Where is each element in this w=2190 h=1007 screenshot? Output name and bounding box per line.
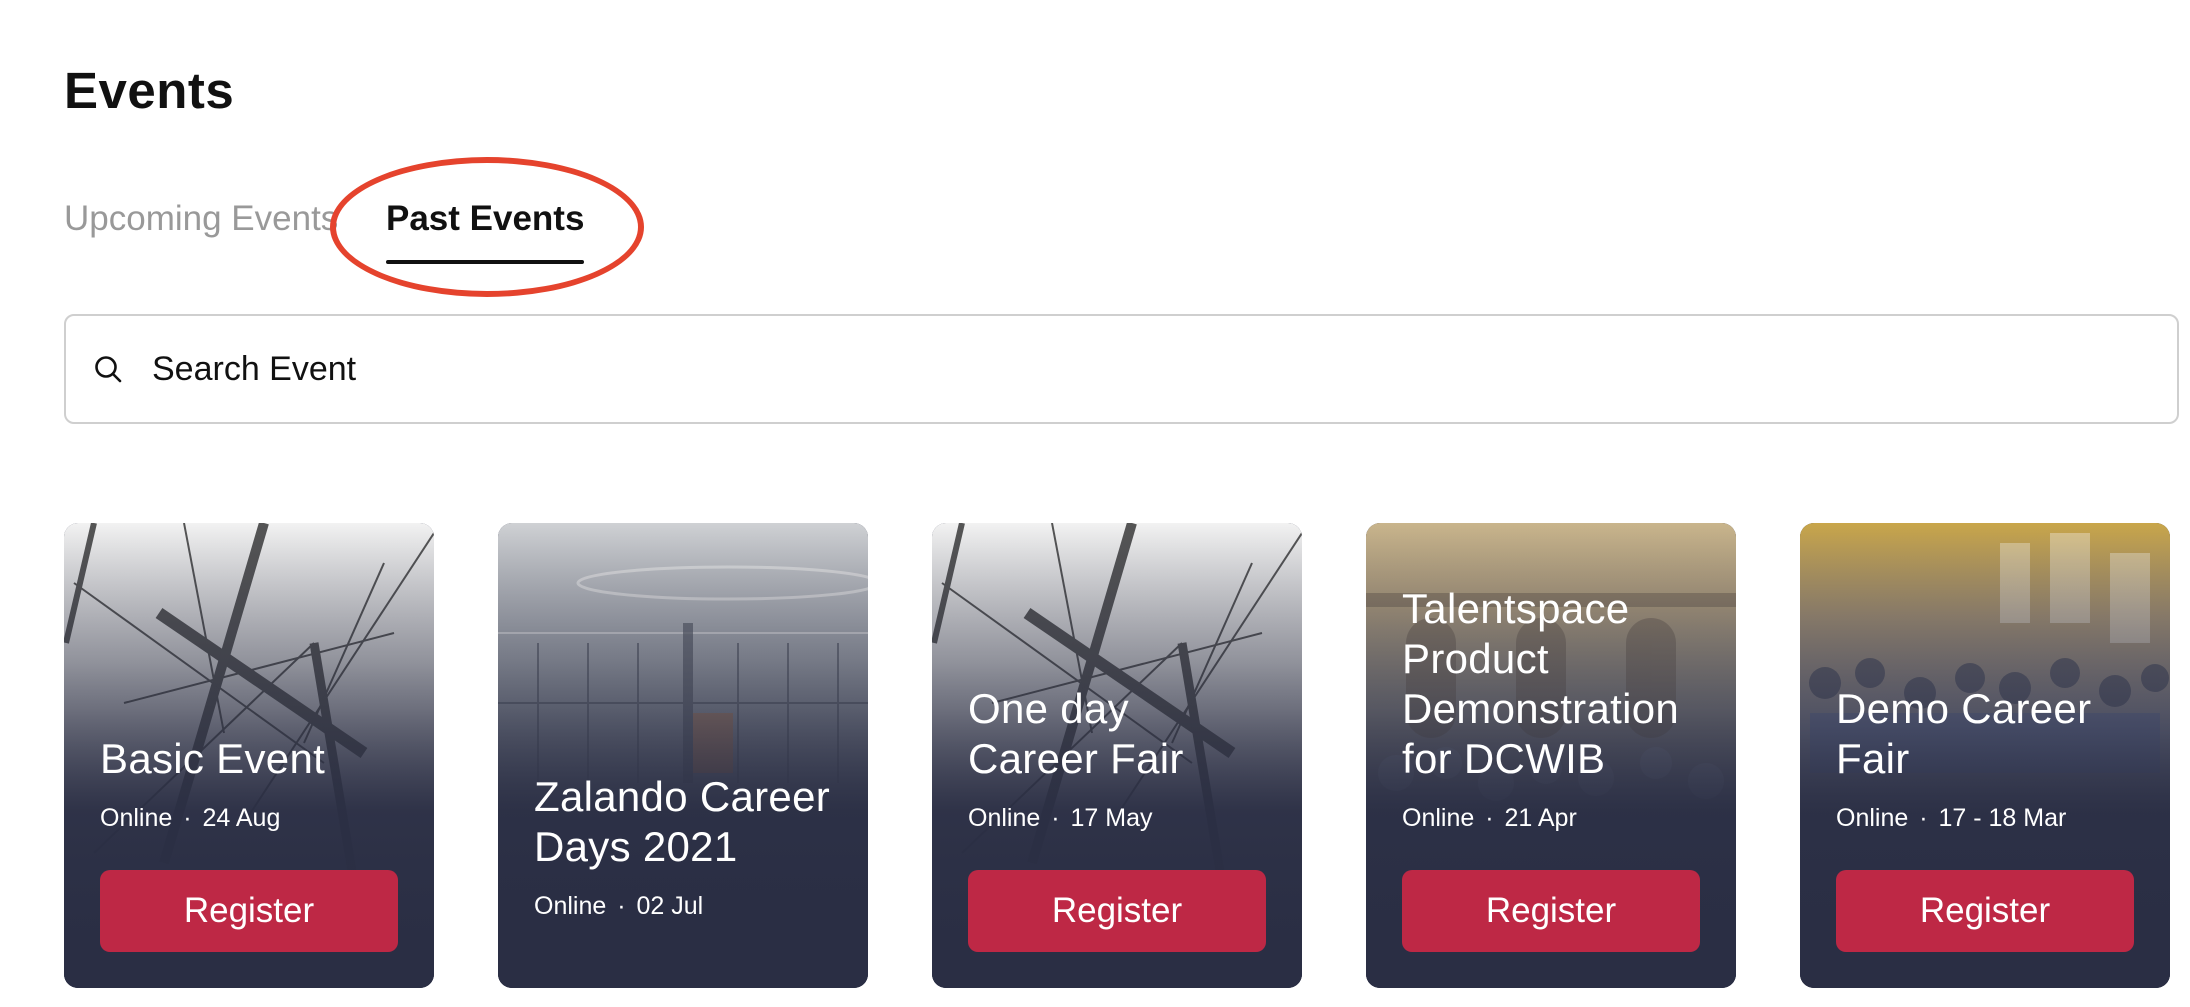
event-card-content: Talentspace Product Demonstration for DC… xyxy=(1402,584,1700,952)
event-location: Online xyxy=(1836,804,1909,832)
event-card[interactable]: One day Career Fair Online · 17 May Regi… xyxy=(932,523,1302,988)
event-date: 17 May xyxy=(1070,804,1153,832)
event-card[interactable]: Talentspace Product Demonstration for DC… xyxy=(1366,523,1736,988)
meta-separator: · xyxy=(183,804,192,832)
event-meta: Online · 17 May xyxy=(968,802,1266,834)
event-date: 02 Jul xyxy=(636,892,704,920)
register-button[interactable]: Register xyxy=(100,870,398,952)
event-date: 21 Apr xyxy=(1504,804,1577,832)
meta-separator: · xyxy=(1051,804,1060,832)
event-location: Online xyxy=(534,892,607,920)
meta-separator: · xyxy=(617,892,626,920)
event-title: One day Career Fair xyxy=(968,685,1184,782)
page-title: Events xyxy=(64,62,235,119)
tab-past-events[interactable]: Past Events xyxy=(386,190,585,264)
meta-separator: · xyxy=(1919,804,1928,832)
register-button[interactable]: Register xyxy=(968,870,1266,952)
event-meta: Online · 24 Aug xyxy=(100,802,398,834)
event-title: Talentspace Product Demonstration for DC… xyxy=(1402,585,1680,782)
register-button[interactable]: Register xyxy=(1836,870,2134,952)
event-title: Zalando Career Days 2021 xyxy=(534,773,831,870)
event-date: 24 Aug xyxy=(202,804,281,832)
event-location: Online xyxy=(968,804,1041,832)
event-card-content: Basic Event Online · 24 Aug Register xyxy=(100,734,398,952)
event-card-content: Zalando Career Days 2021 Online · 02 Jul xyxy=(534,772,832,922)
event-date: 17 - 18 Mar xyxy=(1938,804,2067,832)
event-title: Basic Event xyxy=(100,735,326,782)
event-meta: Online · 21 Apr xyxy=(1402,802,1700,834)
active-tab-indicator xyxy=(386,260,585,264)
search-input[interactable] xyxy=(152,349,1952,389)
event-card-content: Demo Career Fair Online · 17 - 18 Mar Re… xyxy=(1836,684,2134,952)
register-button[interactable]: Register xyxy=(1402,870,1700,952)
tab-past-events-label: Past Events xyxy=(386,199,585,238)
tab-upcoming-events[interactable]: Upcoming Events xyxy=(64,190,338,248)
meta-separator: · xyxy=(1485,804,1494,832)
event-card[interactable]: Zalando Career Days 2021 Online · 02 Jul xyxy=(498,523,868,988)
event-location: Online xyxy=(1402,804,1475,832)
event-card[interactable]: Demo Career Fair Online · 17 - 18 Mar Re… xyxy=(1800,523,2170,988)
event-location: Online xyxy=(100,804,173,832)
event-meta: Online · 17 - 18 Mar xyxy=(1836,802,2134,834)
event-card[interactable]: Basic Event Online · 24 Aug Register xyxy=(64,523,434,988)
event-card-content: One day Career Fair Online · 17 May Regi… xyxy=(968,684,1266,952)
search-bar[interactable] xyxy=(64,314,2179,424)
event-title: Demo Career Fair xyxy=(1836,685,2092,782)
event-tabs: Upcoming Events Past Events xyxy=(64,190,764,280)
event-meta: Online · 02 Jul xyxy=(534,890,832,922)
search-icon xyxy=(92,353,124,385)
